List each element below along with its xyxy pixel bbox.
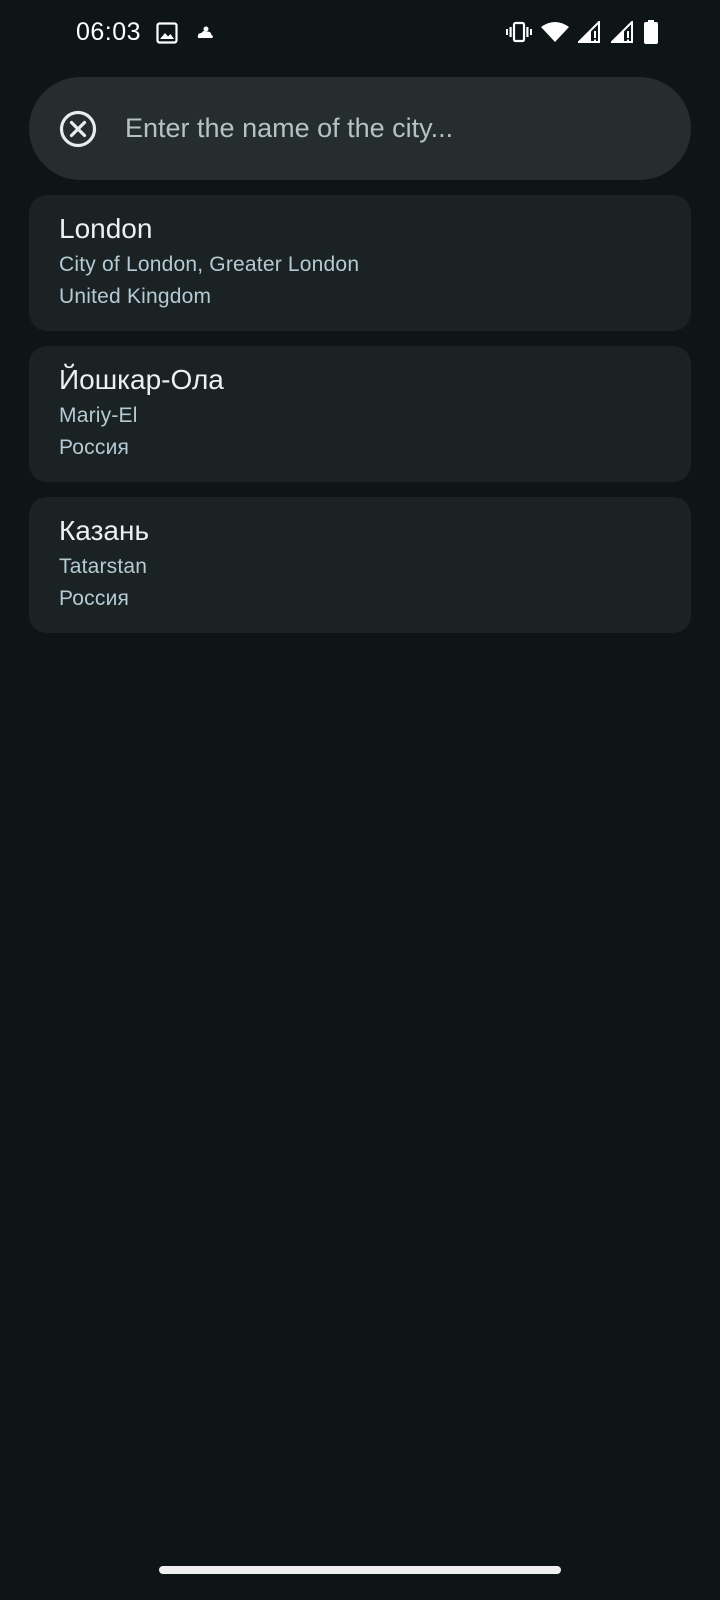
weather-cloud-icon (196, 25, 214, 41)
city-country: Россия (59, 587, 130, 610)
city-region: City of London, Greater London (59, 253, 360, 276)
city-name: London (59, 213, 153, 244)
home-gesture-bar[interactable] (159, 1566, 561, 1574)
signal-icon (578, 21, 602, 43)
city-country: United Kingdom (59, 285, 212, 308)
city-region: Mariy-El (59, 404, 138, 427)
search-bar (29, 77, 691, 180)
city-result-card[interactable]: Йошкар-Ола Mariy-El Россия (29, 346, 691, 482)
status-time: 06:03 (76, 18, 142, 46)
wifi-icon (541, 21, 569, 43)
gallery-icon (156, 22, 178, 44)
status-notification-icons (156, 22, 214, 44)
city-result-card[interactable]: London City of London, Greater London Un… (29, 195, 691, 331)
city-region: Tatarstan (59, 555, 148, 578)
city-name: Йошкар-Ола (59, 364, 224, 395)
city-results-list: London City of London, Greater London Un… (29, 195, 691, 648)
city-name: Казань (59, 515, 150, 546)
status-bar: 06:03 (0, 0, 720, 70)
city-country: Россия (59, 436, 130, 459)
status-system-icons (506, 20, 658, 44)
signal-icon (611, 21, 635, 43)
battery-icon (644, 20, 658, 44)
vibrate-icon (506, 21, 532, 43)
close-circle-icon[interactable] (59, 110, 97, 148)
city-search-input[interactable] (125, 103, 665, 153)
city-result-card[interactable]: Казань Tatarstan Россия (29, 497, 691, 633)
